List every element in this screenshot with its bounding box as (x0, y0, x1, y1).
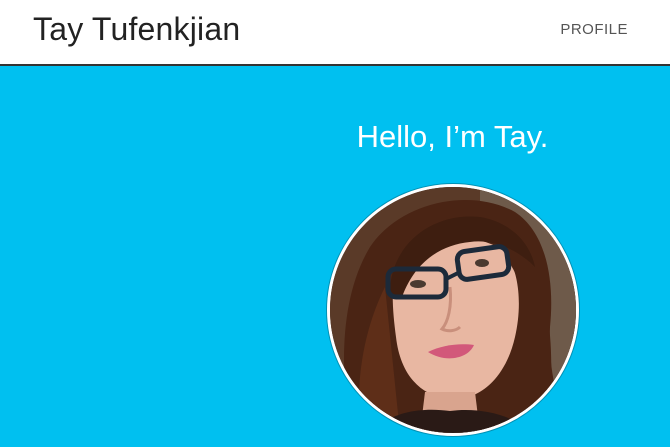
hero-greeting: Hello, I’m Tay. (356, 119, 549, 154)
profile-avatar (327, 184, 579, 436)
hero-section: Hello, I’m Tay. (0, 66, 670, 447)
avatar-portrait-image (330, 187, 576, 433)
nav-profile-link[interactable]: PROFILE (560, 21, 628, 38)
site-title[interactable]: Tay Tufenkjian (33, 11, 240, 48)
site-header: Tay Tufenkjian PROFILE (0, 0, 670, 66)
